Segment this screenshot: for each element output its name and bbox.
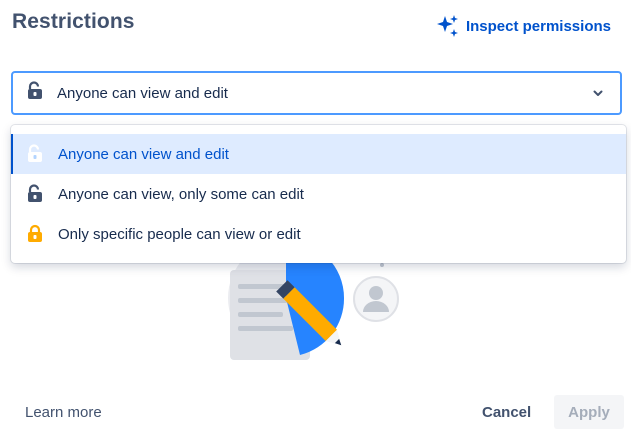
- learn-more-link[interactable]: Learn more: [25, 404, 102, 421]
- menu-item-anyone-view-edit[interactable]: Anyone can view and edit: [11, 134, 626, 174]
- menu-item-label: Anyone can view and edit: [58, 145, 229, 163]
- apply-button[interactable]: Apply: [554, 395, 624, 429]
- sparkle-icon: [436, 14, 460, 38]
- cancel-button[interactable]: Cancel: [469, 396, 544, 428]
- unlock-icon: [25, 144, 45, 164]
- unlock-icon: [25, 184, 45, 204]
- select-value: Anyone can view and edit: [57, 84, 228, 102]
- lock-icon: [25, 224, 45, 244]
- dialog-title: Restrictions: [12, 10, 135, 33]
- menu-item-label: Only specific people can view or edit: [58, 225, 301, 243]
- menu-item-specific-people[interactable]: Only specific people can view or edit: [11, 214, 626, 254]
- restriction-dropdown-menu: Anyone can view and edit Anyone can view…: [11, 125, 626, 263]
- restrictions-dialog: Restrictions Inspect permissions Anyone …: [0, 0, 631, 435]
- menu-item-label: Anyone can view, only some can edit: [58, 185, 304, 203]
- unlock-icon: [25, 80, 45, 106]
- inspect-permissions-link[interactable]: Inspect permissions: [436, 14, 611, 38]
- inspect-permissions-label: Inspect permissions: [465, 17, 611, 35]
- chevron-down-icon: [590, 85, 606, 106]
- restriction-select[interactable]: Anyone can view and edit: [11, 71, 622, 115]
- menu-item-anyone-view-some-edit[interactable]: Anyone can view, only some can edit: [11, 174, 626, 214]
